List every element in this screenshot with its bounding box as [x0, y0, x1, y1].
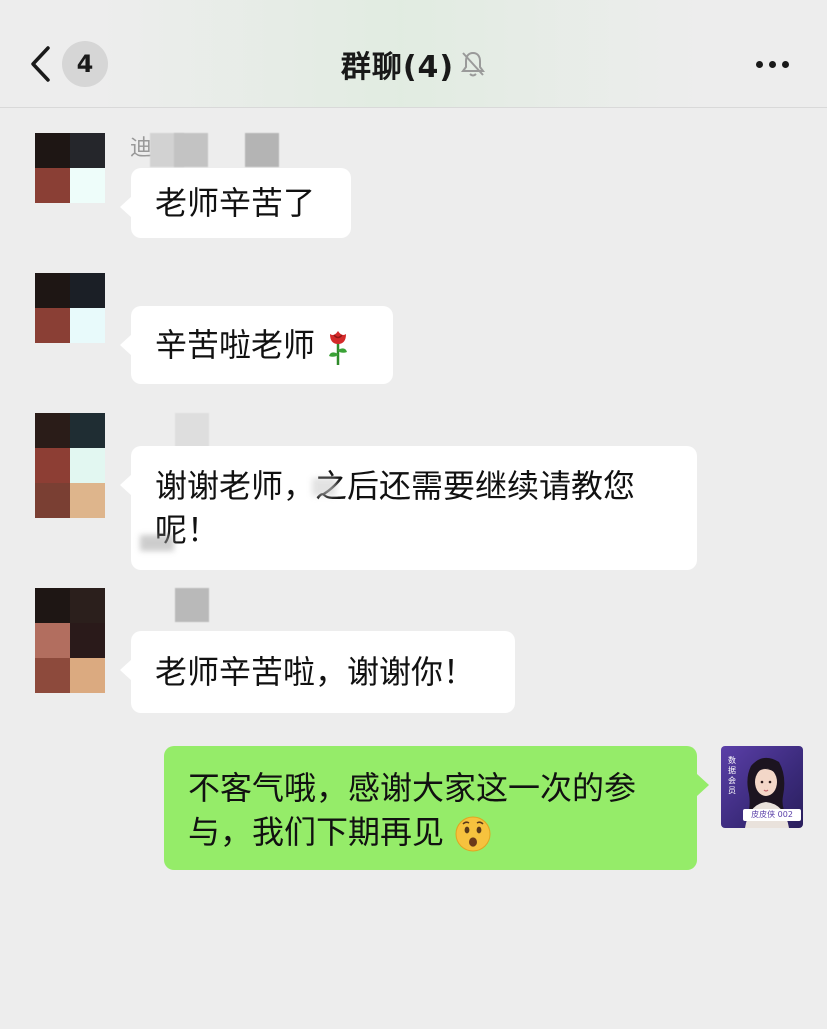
message-bubble[interactable]: 老师辛苦啦，谢谢你！ — [120, 631, 515, 713]
sender-avatar[interactable] — [35, 588, 105, 693]
blur-smudge — [312, 478, 336, 496]
rose-emoji-icon — [329, 331, 348, 365]
more-options-button[interactable] — [744, 48, 800, 80]
message-text: 老师辛苦啦，谢谢你！ — [155, 653, 476, 691]
sender-avatar[interactable] — [35, 133, 105, 203]
message-bubble[interactable]: 辛苦啦老师 — [120, 306, 393, 384]
sender-name: 迪 — [130, 136, 153, 161]
sender-avatar[interactable] — [35, 413, 105, 518]
message-text-line: 呢！ — [155, 511, 220, 549]
sender-name-blur — [150, 133, 290, 167]
message-text: 老师辛苦了 — [155, 184, 316, 222]
message-text: 辛苦啦老师 — [155, 326, 316, 364]
bell-slash-icon — [461, 51, 486, 77]
chat-title: 群聊(4) — [340, 50, 455, 85]
message-text-line: 与，我们下期再见 — [188, 810, 673, 854]
message-text-line: 不客气哦，感谢大家这一次的参 — [188, 769, 637, 807]
more-dot — [755, 60, 763, 68]
message-bubble[interactable]: 谢谢老师，之后还需要继续请教您 呢！ — [120, 446, 697, 570]
chat-header: 4 群聊(4) — [0, 0, 827, 108]
my-avatar[interactable]: 数据 会员 皮皮侠 002 — [721, 746, 803, 828]
title-area: 群聊(4) — [0, 40, 827, 88]
more-dot — [768, 60, 776, 68]
my-message-bubble[interactable]: 不客气哦，感谢大家这一次的参 与，我们下期再见 — [164, 746, 709, 870]
message-bubble[interactable]: 老师辛苦了 — [120, 168, 351, 238]
avatar-caption: 皮皮侠 002 — [743, 809, 801, 821]
sender-avatar[interactable] — [35, 273, 105, 343]
sender-name-blur — [175, 588, 211, 622]
more-dot — [781, 60, 789, 68]
hushed-face-emoji-icon — [455, 816, 491, 852]
message-text: 与，我们下期再见 — [188, 813, 445, 851]
sender-name-blur — [175, 413, 211, 447]
message-text-line: 谢谢老师，之后还需要继续请教您 — [155, 467, 636, 505]
blur-smudge — [140, 535, 174, 551]
